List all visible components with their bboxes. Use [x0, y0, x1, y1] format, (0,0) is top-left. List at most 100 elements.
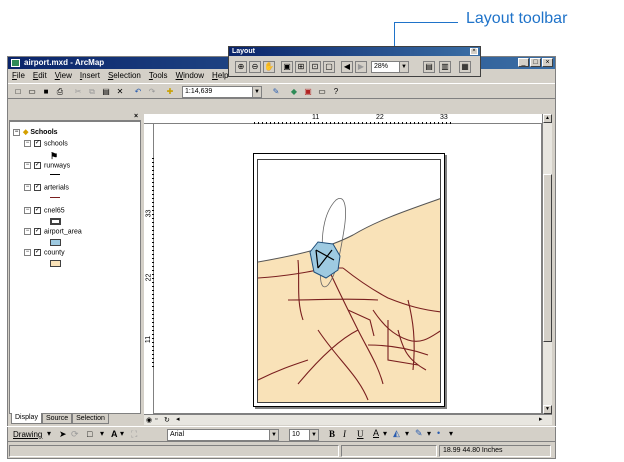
arccatalog-icon[interactable]: ◆ — [288, 86, 300, 97]
chevron-down-icon[interactable]: ▼ — [399, 62, 408, 72]
zoom-in-icon[interactable]: ⊕ — [235, 61, 247, 73]
toc-layer-runways[interactable]: − ✓ runways — [24, 162, 70, 169]
toggle-draft-mode-icon[interactable]: ▤ — [423, 61, 435, 73]
copy-icon[interactable]: ⧉ — [86, 86, 98, 97]
vertical-scrollbar[interactable]: ▲ ▼ — [542, 114, 552, 414]
layer-visibility-checkbox[interactable]: ✓ — [34, 249, 41, 256]
toc-layer-cnel65[interactable]: − ✓ cnel65 — [24, 207, 65, 214]
menu-help[interactable]: Help — [212, 69, 228, 83]
collapse-icon[interactable]: − — [24, 228, 31, 235]
italic-button[interactable]: I — [343, 429, 346, 439]
layer-visibility-checkbox[interactable]: ✓ — [34, 228, 41, 235]
layer-visibility-checkbox[interactable]: ✓ — [34, 184, 41, 191]
delete-icon[interactable]: ✕ — [114, 86, 126, 97]
chevron-down-icon[interactable]: ▾ — [427, 429, 431, 438]
scroll-down-arrow[interactable]: ▼ — [543, 405, 552, 414]
save-icon[interactable]: ■ — [40, 86, 52, 97]
chevron-down-icon[interactable]: ▾ — [449, 429, 453, 438]
print-icon[interactable]: ⎙ — [54, 86, 66, 97]
tab-display[interactable]: Display — [11, 413, 42, 424]
font-color-button[interactable]: A — [373, 428, 379, 438]
map-frame[interactable] — [257, 159, 441, 403]
scroll-left-arrow[interactable]: ◂ — [176, 415, 180, 423]
toc-group-schools[interactable]: − ◆ Schools — [13, 128, 58, 136]
add-data-icon[interactable]: ✚ — [164, 86, 176, 97]
edit-vertices-icon[interactable]: ⛶ — [131, 429, 137, 440]
select-elements-icon[interactable]: ➤ — [59, 429, 67, 440]
chevron-down-icon[interactable]: ▼ — [309, 430, 318, 440]
layout-view-icon[interactable]: ▫ — [155, 416, 157, 423]
font-size-combo[interactable]: 10 ▼ — [289, 429, 319, 441]
marker-color-icon[interactable]: • — [437, 428, 440, 438]
zoom-100-icon[interactable]: ⊞ — [295, 61, 307, 73]
open-icon[interactable]: ▭ — [26, 86, 38, 97]
line-color-icon[interactable]: ✎ — [415, 428, 423, 439]
help-icon[interactable]: ? — [330, 86, 342, 97]
chevron-down-icon[interactable]: ▾ — [120, 429, 124, 438]
arctoolbox-icon[interactable]: ▣ — [302, 86, 314, 97]
fill-color-icon[interactable]: ◭ — [393, 428, 400, 439]
toc-layer-airport-area[interactable]: − ✓ airport_area — [24, 228, 82, 235]
scroll-right-arrow[interactable]: ▸ — [539, 415, 543, 423]
command-line-icon[interactable]: ▭ — [316, 86, 328, 97]
tab-selection[interactable]: Selection — [72, 413, 109, 424]
layer-visibility-checkbox[interactable]: ✓ — [34, 140, 41, 147]
layout-zoom-combo[interactable]: 28% ▼ — [371, 61, 409, 73]
underline-button[interactable]: U — [357, 429, 364, 439]
new-document-icon[interactable]: □ — [12, 86, 24, 97]
scroll-thumb[interactable] — [543, 174, 552, 342]
data-view-icon[interactable]: ◉ — [146, 416, 152, 424]
collapse-icon[interactable]: − — [24, 184, 31, 191]
zoom-whole-page-icon[interactable]: ▣ — [281, 61, 293, 73]
pan-icon[interactable]: ✋ — [263, 61, 275, 73]
map-scale-combo[interactable]: 1:14,639 ▼ — [182, 86, 262, 98]
close-icon[interactable]: × — [470, 48, 478, 55]
maximize-button[interactable]: □ — [530, 58, 541, 67]
font-name-combo[interactable]: Arial ▼ — [167, 429, 279, 441]
chevron-down-icon[interactable]: ▾ — [47, 429, 51, 438]
menu-window[interactable]: Window — [176, 69, 204, 83]
bold-button[interactable]: B — [329, 429, 335, 439]
menu-selection[interactable]: Selection — [108, 69, 141, 83]
next-extent-icon[interactable]: ▶ — [355, 61, 367, 73]
fixed-zoom-in-icon[interactable]: ⊡ — [309, 61, 321, 73]
toc-close-icon[interactable]: × — [134, 113, 138, 120]
chevron-down-icon[interactable]: ▾ — [383, 429, 387, 438]
menu-insert[interactable]: Insert — [80, 69, 100, 83]
chevron-down-icon[interactable]: ▼ — [269, 430, 278, 440]
menu-tools[interactable]: Tools — [149, 69, 168, 83]
refresh-icon[interactable]: ↻ — [164, 416, 170, 424]
previous-extent-icon[interactable]: ◀ — [341, 61, 353, 73]
layer-visibility-checkbox[interactable]: ✓ — [34, 162, 41, 169]
menu-edit[interactable]: Edit — [33, 69, 47, 83]
fixed-zoom-out-icon[interactable]: ▢ — [323, 61, 335, 73]
menu-file[interactable]: File — [12, 69, 25, 83]
toc-layer-schools[interactable]: − ✓ schools — [24, 140, 68, 147]
editor-toolbar-icon[interactable]: ✎ — [270, 86, 282, 97]
redo-icon[interactable]: ↷ — [146, 86, 158, 97]
undo-icon[interactable]: ↶ — [132, 86, 144, 97]
drawing-menu[interactable]: Drawing — [13, 430, 42, 439]
collapse-icon[interactable]: − — [24, 140, 31, 147]
tab-source[interactable]: Source — [41, 413, 73, 424]
collapse-icon[interactable]: − — [13, 128, 20, 136]
toc-layer-arterials[interactable]: − ✓ arterials — [24, 184, 69, 191]
chevron-down-icon[interactable]: ▼ — [252, 87, 261, 97]
zoom-out-icon[interactable]: ⊖ — [249, 61, 261, 73]
paste-icon[interactable]: ▤ — [100, 86, 112, 97]
toc-layer-county[interactable]: − ✓ county — [24, 249, 65, 256]
focus-data-frame-icon[interactable]: ▥ — [439, 61, 451, 73]
text-icon[interactable]: A — [111, 429, 118, 439]
menu-view[interactable]: View — [55, 69, 72, 83]
horizontal-scrollbar[interactable]: ◉ ▫ ↻ ◂ ▸ — [144, 414, 552, 425]
scroll-up-arrow[interactable]: ▲ — [543, 114, 552, 123]
chevron-down-icon[interactable]: ▾ — [100, 429, 104, 438]
rotate-icon[interactable]: ⟳ — [71, 429, 79, 440]
collapse-icon[interactable]: − — [24, 207, 31, 214]
cut-icon[interactable]: ✂ — [72, 86, 84, 97]
close-button[interactable]: × — [542, 58, 553, 67]
collapse-icon[interactable]: − — [24, 162, 31, 169]
chevron-down-icon[interactable]: ▾ — [405, 429, 409, 438]
collapse-icon[interactable]: − — [24, 249, 31, 256]
rectangle-icon[interactable]: □ — [87, 429, 92, 439]
